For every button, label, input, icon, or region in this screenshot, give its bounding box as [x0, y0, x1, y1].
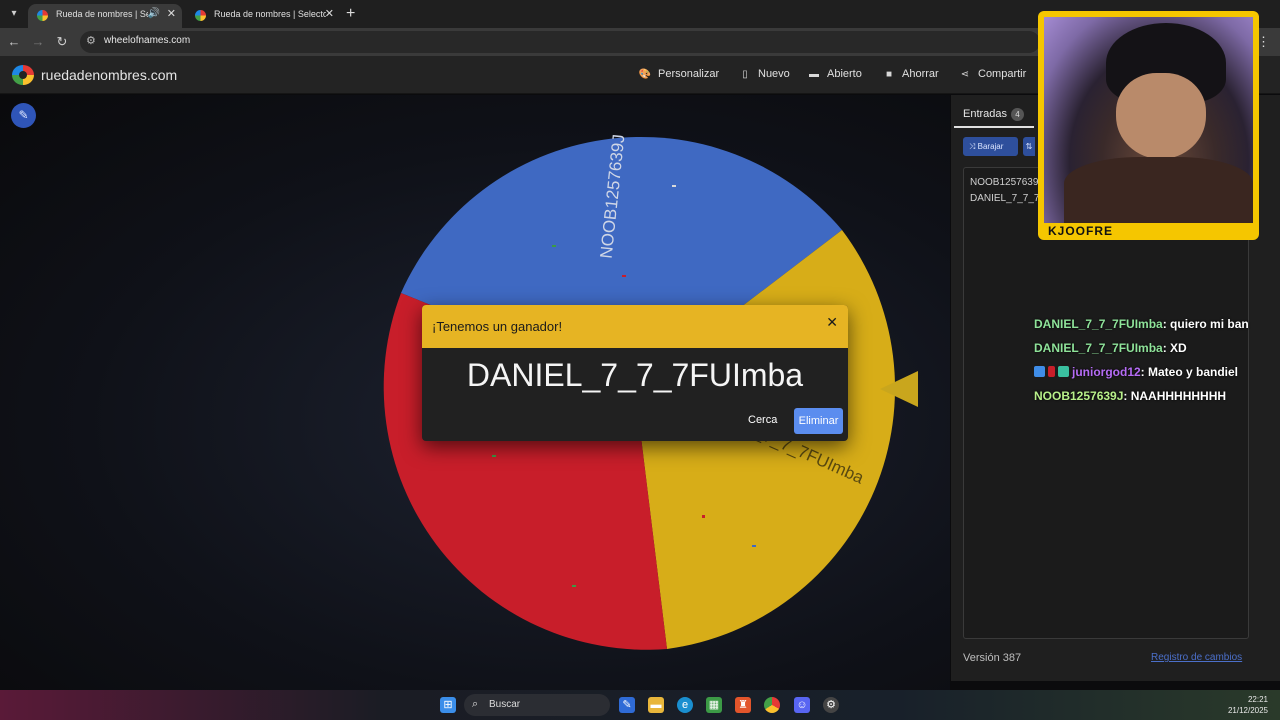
- back-icon[interactable]: ←: [6, 34, 22, 50]
- edge-icon[interactable]: e: [677, 697, 693, 713]
- taskbar-search[interactable]: ⌕ Buscar: [464, 694, 610, 716]
- system-clock[interactable]: 22:21 21/12/2025: [1228, 694, 1268, 716]
- search-label: Buscar: [489, 699, 521, 710]
- reload-icon[interactable]: ↻: [54, 34, 70, 50]
- menu-personalizar[interactable]: 🎨 Personalizar: [638, 68, 719, 80]
- chat-badge-icon: [1048, 366, 1055, 377]
- menu-ahorrar[interactable]: ■ Ahorrar: [882, 68, 939, 80]
- shuffle-button[interactable]: ⤨ Barajar: [963, 137, 1018, 156]
- favicon-icon: [195, 10, 206, 21]
- tab-title: Rueda de nombres | Selecto: [56, 9, 148, 19]
- webcam-frame: KJOOFRE: [1038, 11, 1259, 240]
- chat-user: DANIEL_7_7_7FUImba: [1034, 341, 1163, 355]
- chat-badge-icon: [1034, 366, 1045, 377]
- palette-icon: 🎨: [638, 69, 652, 80]
- file-explorer-icon[interactable]: ▬: [648, 697, 664, 713]
- version-text: Versión 387: [963, 652, 1022, 664]
- search-icon: ⌕: [472, 698, 479, 710]
- dialog-header: ¡Tenemos un ganador! ✕: [422, 305, 848, 348]
- close-icon[interactable]: ✕: [826, 314, 838, 331]
- chat-message: DANIEL_7_7_7FUImba: quiero mi ban: [1034, 317, 1249, 331]
- chat-text: : Mateo y bandiel: [1140, 365, 1239, 379]
- share-icon: ⋖: [960, 69, 970, 80]
- menu-label: Nuevo: [758, 68, 790, 80]
- webcam-body: [1064, 157, 1253, 223]
- browser-tab-active[interactable]: Rueda de nombres | Selecto 🔊 ✕: [28, 4, 182, 28]
- entries-count-badge: 4: [1011, 108, 1025, 121]
- close-button[interactable]: Cerca: [748, 414, 777, 426]
- edit-pencil-icon[interactable]: ✎: [11, 103, 36, 128]
- site-brand[interactable]: ruedadenombres.com: [41, 67, 177, 83]
- streamer-name: KJOOFRE: [1048, 224, 1114, 238]
- entry-line: NOOB1257639J: [970, 177, 1044, 188]
- save-icon: ■: [885, 69, 893, 80]
- chat-message: juniorgod12: Mateo y bandiel: [1034, 365, 1238, 379]
- chat-user: juniorgod12: [1072, 365, 1141, 379]
- remove-button[interactable]: Eliminar: [794, 408, 843, 434]
- minecraft-icon[interactable]: ▦: [706, 697, 722, 713]
- favicon-icon: [37, 10, 48, 21]
- menu-abierto[interactable]: ▬ Abierto: [807, 68, 862, 80]
- speaker-icon[interactable]: 🔊: [148, 4, 160, 24]
- chat-text: : XD: [1162, 341, 1187, 355]
- close-tab-icon[interactable]: ✕: [167, 4, 176, 24]
- chat-text: : NAAHHHHHHHH: [1123, 389, 1227, 403]
- changelog-link[interactable]: Registro de cambios: [1151, 652, 1242, 663]
- chat-badge-icon: [1058, 366, 1069, 377]
- logo-icon[interactable]: [12, 65, 34, 85]
- taskbar: ⊞ ⌕ Buscar ✎ ▬ e ▦ ♜ ☺ ⚙ 22:21 21/12/202…: [0, 690, 1280, 720]
- menu-nuevo[interactable]: ▯ Nuevo: [738, 68, 790, 80]
- menu-label: Ahorrar: [902, 68, 939, 80]
- menu-label: Personalizar: [658, 68, 720, 80]
- chat-message: DANIEL_7_7_7FUImba: XD: [1034, 341, 1187, 355]
- menu-label: Compartir: [978, 68, 1027, 80]
- webcam-image: [1044, 17, 1253, 223]
- site-info-icon[interactable]: ⚙: [86, 34, 96, 47]
- forward-icon[interactable]: →: [30, 34, 46, 50]
- tab-search-icon[interactable]: ▾: [4, 4, 24, 24]
- menu-compartir[interactable]: ⋖ Compartir: [958, 68, 1027, 80]
- start-icon[interactable]: ⊞: [440, 697, 456, 713]
- discord-icon[interactable]: ☺: [794, 697, 810, 713]
- notepad-icon[interactable]: ✎: [619, 697, 635, 713]
- tab-title: Rueda de nombres | Selector d: [214, 9, 326, 19]
- tab-entradas[interactable]: Entradas 4: [963, 108, 1025, 121]
- brave-icon[interactable]: ♜: [735, 697, 751, 713]
- new-tab-icon[interactable]: +: [346, 4, 355, 24]
- browser-tab[interactable]: Rueda de nombres | Selector d ✕: [186, 4, 340, 28]
- menu-label: Abierto: [827, 68, 862, 80]
- steam-icon[interactable]: ⚙: [823, 697, 839, 713]
- clock-time: 22:21: [1247, 695, 1268, 704]
- webcam-face: [1116, 73, 1206, 159]
- chat-text: : quiero mi ban: [1162, 317, 1249, 331]
- winner-dialog: ¡Tenemos un ganador! ✕ DANIEL_7_7_7FUImb…: [422, 305, 848, 441]
- tab-underline: [954, 126, 1034, 128]
- shuffle-label: Barajar: [977, 142, 1004, 151]
- chat-message: NOOB1257639J: NAAHHHHHHHH: [1034, 389, 1226, 403]
- chat-user: DANIEL_7_7_7FUImba: [1034, 317, 1163, 331]
- dialog-title: ¡Tenemos un ganador!: [432, 319, 563, 334]
- tab-label: Entradas: [963, 108, 1008, 120]
- url-text: wheelofnames.com: [104, 35, 191, 46]
- close-tab-icon[interactable]: ✕: [325, 4, 334, 24]
- sort-icon[interactable]: ⇅: [1023, 137, 1035, 156]
- winner-name: DANIEL_7_7_7FUImba: [466, 357, 804, 393]
- chat-user: NOOB1257639J: [1034, 389, 1124, 403]
- url-field[interactable]: ⚙ wheelofnames.com: [80, 31, 1040, 53]
- chrome-icon[interactable]: [764, 697, 780, 713]
- wheel-pointer-icon: [880, 371, 918, 407]
- folder-icon: ▬: [809, 69, 819, 80]
- clock-date: 21/12/2025: [1227, 706, 1268, 715]
- file-icon: ▯: [742, 69, 748, 80]
